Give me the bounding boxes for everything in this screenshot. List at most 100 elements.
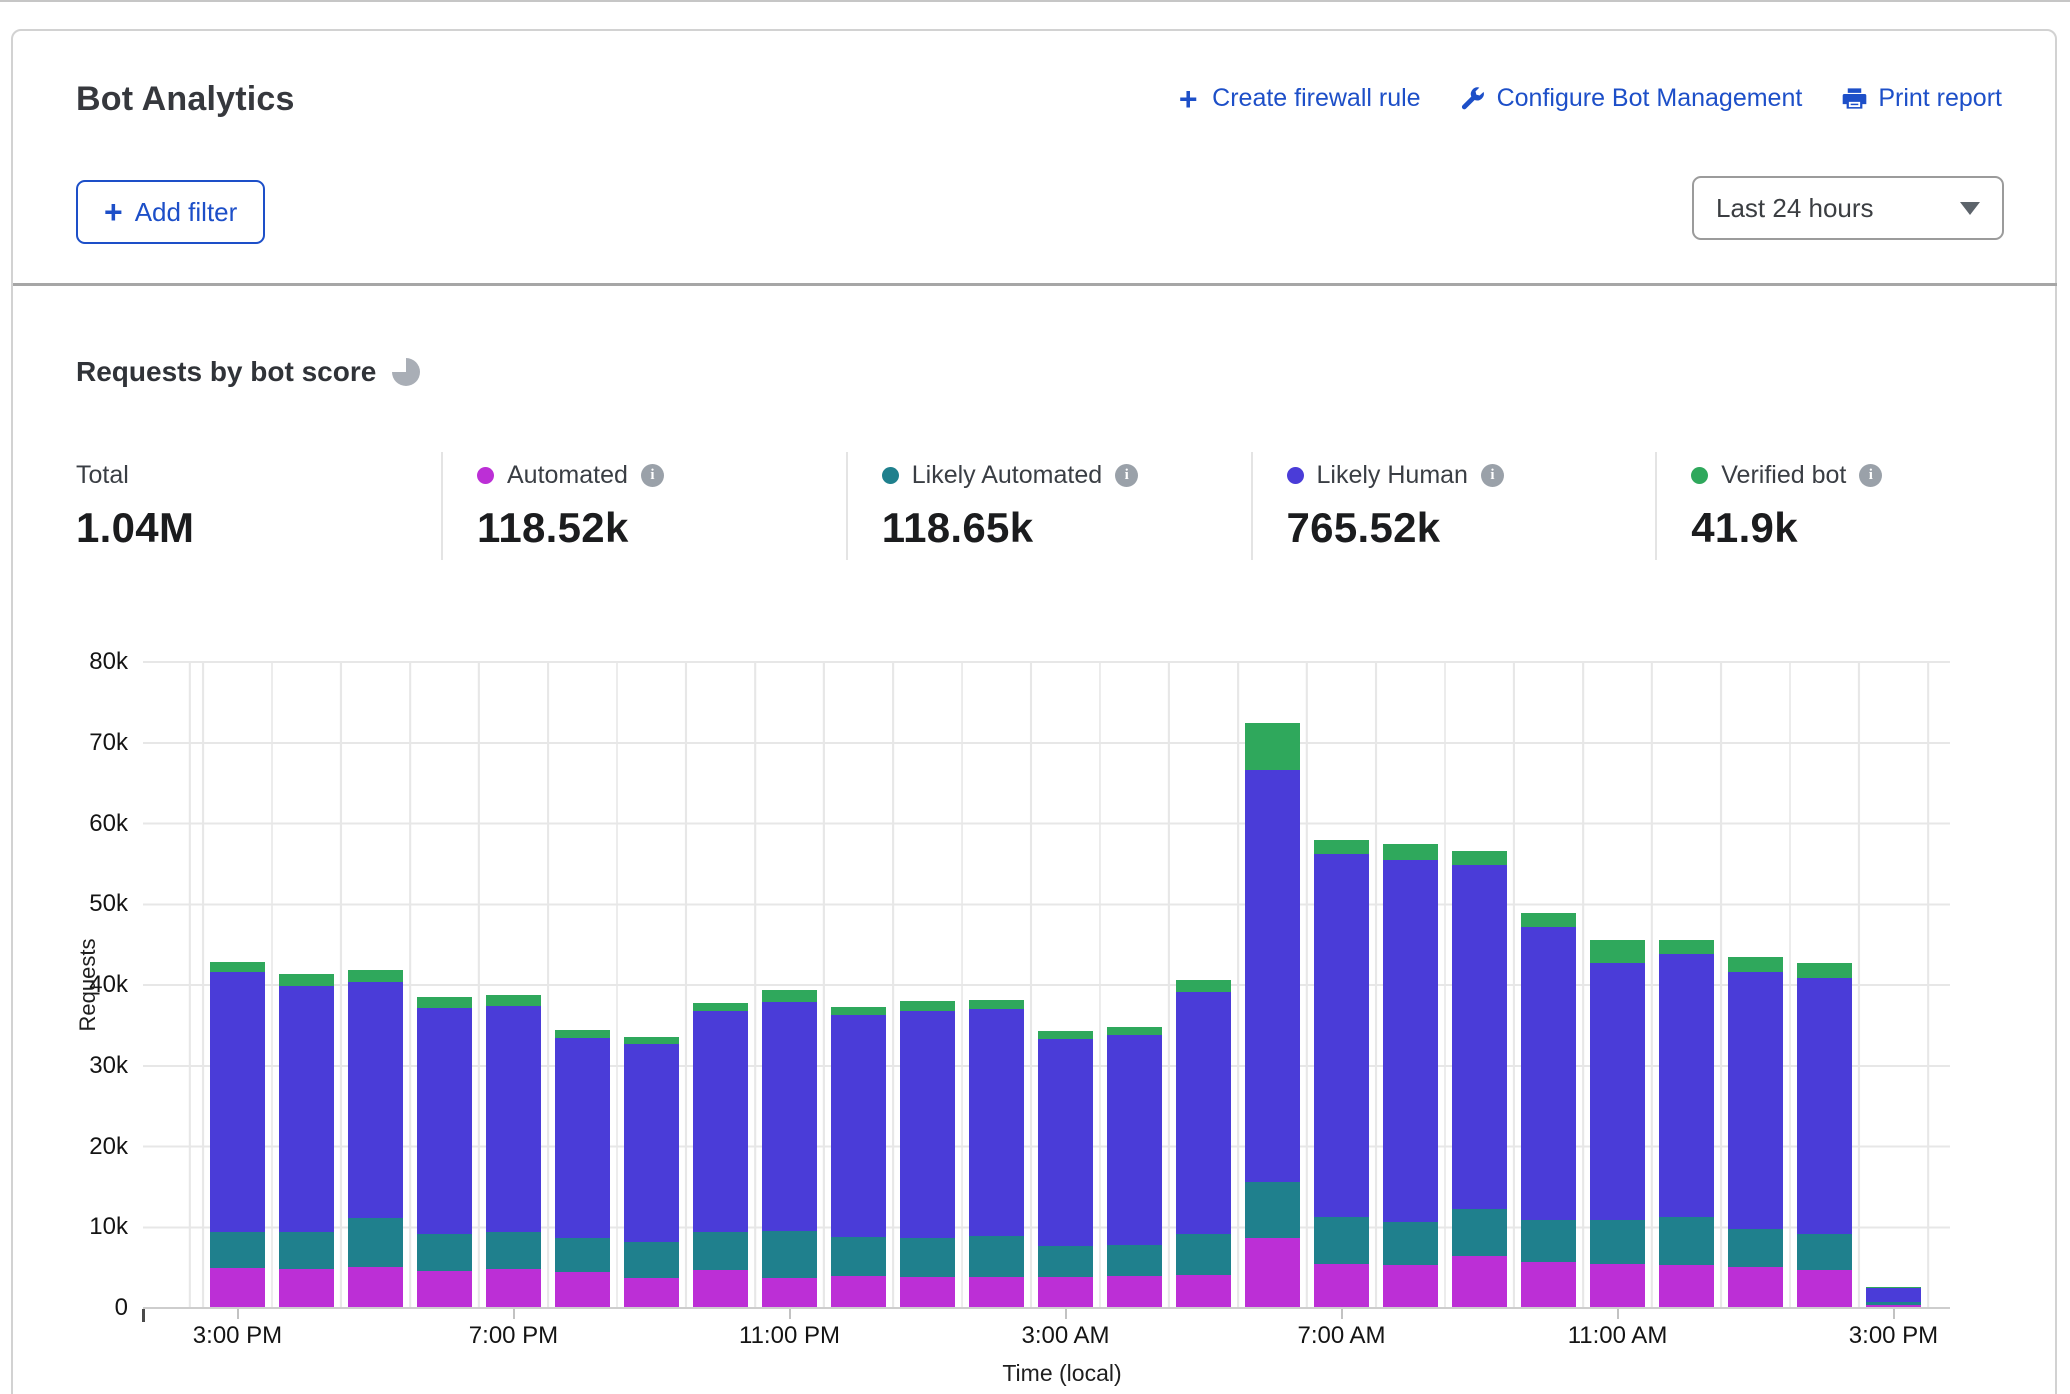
bar-segment-likely-automated: [1521, 1220, 1576, 1262]
bar-11-200am[interactable]: [969, 1000, 1024, 1307]
stat-label: Automated: [507, 461, 628, 490]
bar-segment-likely-human: [210, 972, 265, 1232]
bar-18-900am[interactable]: [1452, 851, 1507, 1307]
bar-segment-likely-human: [1245, 770, 1300, 1182]
header-action-label: Create firewall rule: [1212, 84, 1420, 113]
bar-segment-verified-bot: [1383, 844, 1438, 860]
chevron-down-icon: [1960, 202, 1980, 215]
bar-12-300am[interactable]: [1038, 1031, 1093, 1307]
bar-segment-likely-human: [1866, 1288, 1921, 1303]
x-axis-label: 3:00 PM: [148, 1322, 328, 1350]
bar-segment-verified-bot: [624, 1037, 679, 1044]
stat-label: Total: [76, 461, 129, 490]
stat-block[interactable]: Likely Automated 118.65k: [846, 452, 1251, 560]
bar-4-700pm[interactable]: [486, 995, 541, 1307]
printer-icon: [1840, 85, 1868, 113]
y-axis-label: 60k: [18, 810, 128, 838]
bar-segment-automated: [1521, 1262, 1576, 1307]
bar-segment-likely-human: [279, 986, 334, 1232]
bar-24-300pm[interactable]: [1866, 1287, 1921, 1307]
bar-segment-likely-human: [831, 1015, 886, 1237]
bar-6-900pm[interactable]: [624, 1037, 679, 1307]
stat-block[interactable]: Automated 118.52k: [441, 452, 846, 560]
time-range-select[interactable]: Last 24 hours: [1692, 176, 2004, 240]
info-icon[interactable]: [1481, 464, 1504, 487]
bar-17-800am[interactable]: [1383, 844, 1438, 1307]
bar-14-500am[interactable]: [1176, 980, 1231, 1307]
bar-16-700am[interactable]: [1314, 840, 1369, 1307]
info-icon[interactable]: [641, 464, 664, 487]
stat-block[interactable]: Verified bot 41.9k: [1655, 452, 2060, 560]
y-axis-label: 70k: [18, 729, 128, 757]
header-action-link[interactable]: Configure Bot Management: [1459, 84, 1803, 113]
bar-10-100am[interactable]: [900, 1001, 955, 1307]
stat-value: 41.9k: [1691, 504, 2050, 552]
legend-dot: [1691, 467, 1708, 484]
bar-segment-automated: [1659, 1265, 1714, 1307]
header-action-label: Print report: [1878, 84, 2002, 113]
y-axis-label: 10k: [18, 1213, 128, 1241]
bar-1-400pm[interactable]: [279, 974, 334, 1307]
bar-3-600pm[interactable]: [417, 997, 472, 1307]
bar-segment-automated: [486, 1269, 541, 1307]
time-range-value: Last 24 hours: [1716, 193, 1960, 224]
legend-dot: [882, 467, 899, 484]
bar-segment-automated: [417, 1271, 472, 1307]
stat-block[interactable]: Likely Human 765.52k: [1251, 452, 1656, 560]
bar-segment-likely-automated: [348, 1218, 403, 1266]
bar-8-1100pm[interactable]: [762, 990, 817, 1307]
bar-segment-verified-bot: [831, 1007, 886, 1015]
bar-segment-automated: [279, 1269, 334, 1307]
y-axis-label: 0: [18, 1294, 128, 1322]
bar-19-1000am[interactable]: [1521, 913, 1576, 1307]
bar-segment-automated: [1590, 1264, 1645, 1307]
bar-segment-likely-human: [1659, 954, 1714, 1216]
bar-23-200pm[interactable]: [1797, 963, 1852, 1307]
bar-20-1100am[interactable]: [1590, 940, 1645, 1307]
bar-0-300pm[interactable]: [210, 962, 265, 1307]
stats-row: Total 1.04M Automated 118.52k Likely Aut…: [76, 452, 2060, 560]
bar-segment-likely-human: [624, 1044, 679, 1243]
top-border: [0, 0, 2070, 2]
bar-segment-likely-automated: [1659, 1217, 1714, 1265]
bar-segment-automated: [693, 1270, 748, 1307]
bar-22-100pm[interactable]: [1728, 957, 1783, 1307]
add-filter-button[interactable]: Add filter: [76, 180, 265, 244]
page-title: Bot Analytics: [76, 80, 295, 119]
header-action-link[interactable]: Create firewall rule: [1174, 84, 1420, 113]
bar-segment-likely-automated: [210, 1232, 265, 1268]
bar-segment-likely-human: [348, 982, 403, 1218]
bar-13-400am[interactable]: [1107, 1027, 1162, 1307]
info-icon[interactable]: [1859, 464, 1882, 487]
bar-segment-automated: [831, 1276, 886, 1307]
x-axis-title: Time (local): [972, 1360, 1152, 1387]
header-action-link[interactable]: Print report: [1840, 84, 2002, 113]
bar-segment-likely-human: [555, 1038, 610, 1237]
stat-value: 1.04M: [76, 504, 431, 552]
bar-15-600am[interactable]: [1245, 723, 1300, 1307]
info-icon[interactable]: [1115, 464, 1138, 487]
bar-5-800pm[interactable]: [555, 1030, 610, 1307]
bar-9-1200am[interactable]: [831, 1007, 886, 1307]
bar-7-1000pm[interactable]: [693, 1003, 748, 1307]
bar-21-1200pm[interactable]: [1659, 940, 1714, 1307]
bar-segment-likely-human: [1797, 978, 1852, 1234]
stat-legend-row: Likely Human: [1287, 460, 1646, 490]
x-axis-label: 3:00 AM: [976, 1322, 1156, 1350]
header-divider: [13, 283, 2057, 286]
bar-segment-likely-human: [693, 1011, 748, 1231]
bar-segment-verified-bot: [1245, 723, 1300, 770]
bar-segment-likely-automated: [693, 1232, 748, 1270]
bar-segment-verified-bot: [762, 990, 817, 1001]
y-axis-zero-tick: [142, 1309, 145, 1322]
stat-block[interactable]: Total 1.04M: [76, 452, 441, 560]
bar-segment-likely-automated: [831, 1237, 886, 1276]
bar-2-500pm[interactable]: [348, 970, 403, 1307]
y-axis-label: 40k: [18, 971, 128, 999]
bar-segment-likely-human: [1176, 992, 1231, 1234]
plot-area: [143, 661, 1950, 1309]
bar-segment-likely-automated: [1107, 1245, 1162, 1276]
y-axis-label: 30k: [18, 1052, 128, 1080]
bar-segment-verified-bot: [417, 997, 472, 1008]
bar-segment-automated: [624, 1278, 679, 1307]
